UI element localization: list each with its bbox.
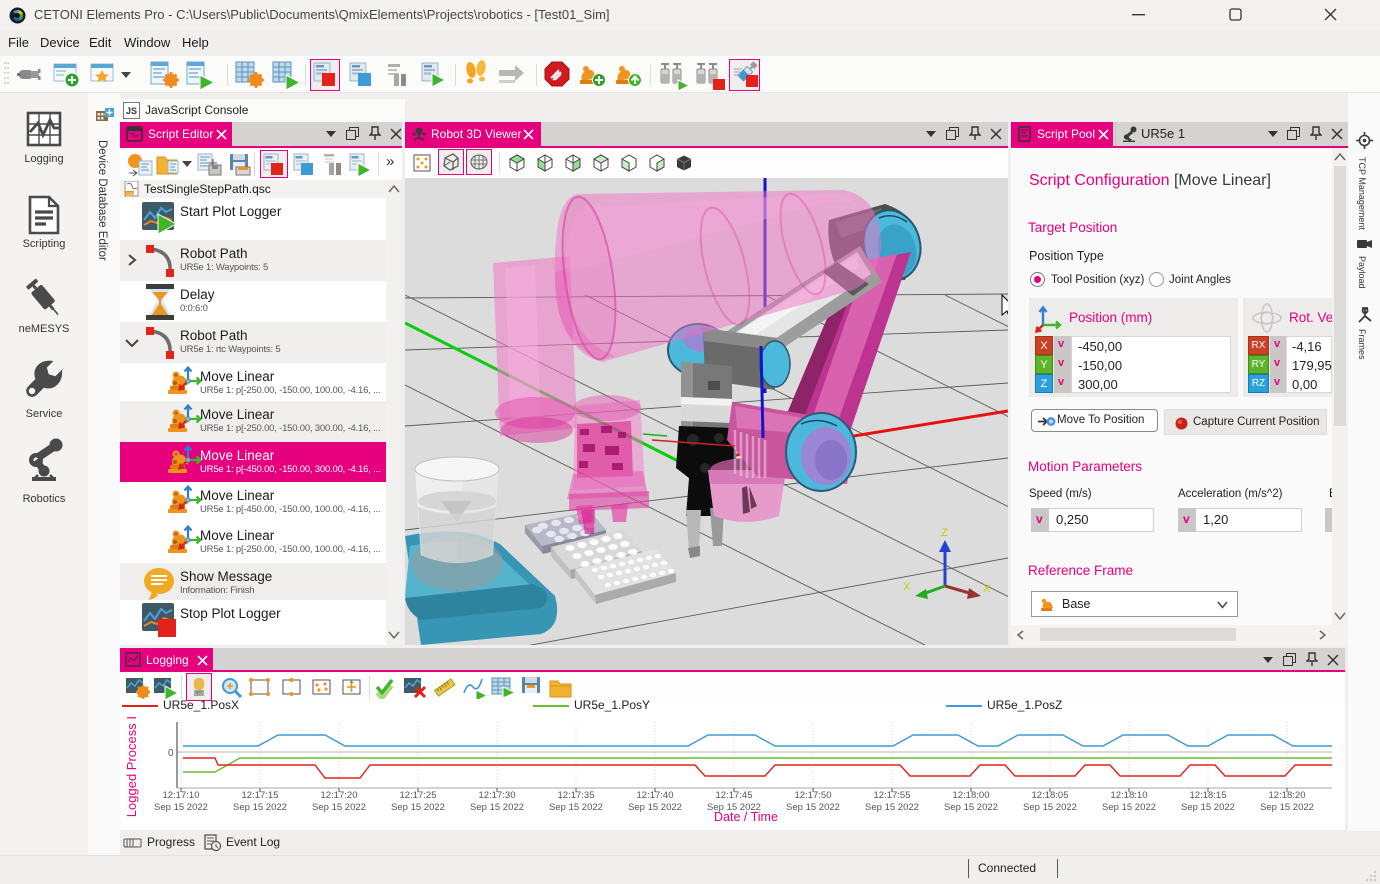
svg-text:Z: Z bbox=[941, 527, 948, 539]
svg-text:X: X bbox=[983, 583, 991, 595]
svg-text:X: X bbox=[903, 581, 911, 593]
svg-text:JS: JS bbox=[126, 106, 137, 116]
svg-text:QSC: QSC bbox=[126, 192, 137, 197]
svg-text:0: 0 bbox=[168, 748, 174, 759]
